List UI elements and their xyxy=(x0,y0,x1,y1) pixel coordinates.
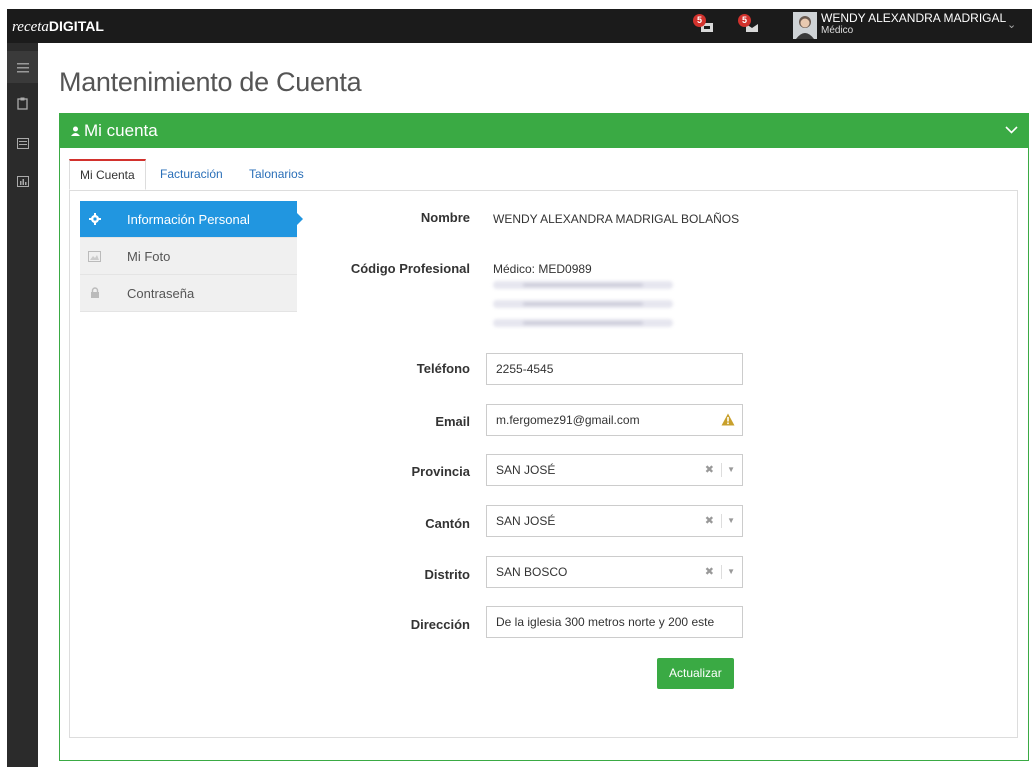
select-separator xyxy=(721,463,722,477)
warning-icon xyxy=(721,413,735,426)
provincia-selected-value: SAN JOSÉ xyxy=(496,463,556,477)
profile-side-menu: Información Personal Mi Foto Contraseña xyxy=(80,201,303,312)
direccion-input[interactable]: De la iglesia 300 metros norte y 200 est… xyxy=(486,606,743,638)
clear-icon[interactable]: ✖ xyxy=(705,557,714,587)
image-icon xyxy=(80,238,109,274)
account-panel: Mi cuenta Mi Cuenta Facturación Talonari… xyxy=(59,113,1029,761)
provincia-select[interactable]: SAN JOSÉ ✖ ▼ xyxy=(486,454,743,486)
update-button[interactable]: Actualizar xyxy=(657,658,734,689)
email-label: Email xyxy=(435,414,470,429)
provincia-label: Provincia xyxy=(411,464,470,479)
telefono-input[interactable]: 2255-4545 xyxy=(486,353,743,385)
notifications-button[interactable]: 5 xyxy=(693,14,715,35)
menu-item-mi-foto[interactable]: Mi Foto xyxy=(80,238,297,275)
email-input[interactable]: m.fergomez91@gmail.com xyxy=(486,404,743,436)
sidebar-item-prescriptions[interactable] xyxy=(7,87,38,119)
nombre-label: Nombre xyxy=(420,210,470,225)
tab-mi-cuenta[interactable]: Mi Cuenta xyxy=(69,159,146,190)
panel-header[interactable]: Mi cuenta xyxy=(60,114,1028,148)
clear-icon[interactable]: ✖ xyxy=(705,506,714,536)
distrito-selected-value: SAN BOSCO xyxy=(496,565,568,579)
top-navbar: recetaDIGITAL 5 5 WENDY ALEXANDRA MADRIG… xyxy=(7,9,1032,43)
panel-title: Mi cuenta xyxy=(84,121,158,140)
tab-facturacion[interactable]: Facturación xyxy=(150,159,233,190)
distrito-label: Distrito xyxy=(424,567,471,582)
chart-icon xyxy=(16,175,29,187)
tab-talonarios[interactable]: Talonarios xyxy=(239,159,314,190)
clipboard-icon xyxy=(17,97,28,110)
chevron-down-icon[interactable]: ⌄ xyxy=(1007,18,1016,31)
menu-item-label: Mi Foto xyxy=(127,249,171,264)
messages-button[interactable]: 5 xyxy=(738,14,760,35)
messages-badge: 5 xyxy=(738,14,751,27)
canton-selected-value: SAN JOSÉ xyxy=(496,514,556,528)
user-icon xyxy=(71,126,80,136)
select-separator xyxy=(721,514,722,528)
app-logo[interactable]: recetaDIGITAL xyxy=(12,18,104,36)
notifications-badge: 5 xyxy=(693,14,706,27)
email-input-value: m.fergomez91@gmail.com xyxy=(496,413,640,427)
sidebar-item-list[interactable] xyxy=(7,127,38,159)
blurred-code-line xyxy=(493,319,673,327)
user-name[interactable]: WENDY ALEXANDRA MADRIGAL xyxy=(821,12,1006,25)
user-role: Médico xyxy=(821,25,854,36)
canton-label: Cantón xyxy=(425,516,470,531)
telefono-label: Teléfono xyxy=(416,361,470,376)
collapse-chevron-icon[interactable] xyxy=(1005,121,1018,138)
blurred-code-line xyxy=(493,300,673,308)
left-sidebar xyxy=(7,43,38,767)
menu-item-informacion-personal[interactable]: Información Personal xyxy=(80,201,303,238)
codigo-profesional-label: Código Profesional xyxy=(350,261,470,276)
menu-item-label: Contraseña xyxy=(127,286,195,301)
lock-icon xyxy=(80,275,109,311)
nombre-value: WENDY ALEXANDRA MADRIGAL BOLAÑOS xyxy=(493,212,740,226)
brand-italic: receta xyxy=(12,19,49,35)
menu-item-contrasena[interactable]: Contraseña xyxy=(80,275,297,312)
list-icon xyxy=(16,137,29,149)
user-photo xyxy=(793,12,817,39)
chevron-down-icon[interactable]: ▼ xyxy=(727,506,735,536)
brand-bold: DIGITAL xyxy=(48,18,104,34)
avatar[interactable] xyxy=(793,12,817,39)
blurred-code-line xyxy=(493,281,673,289)
direccion-label: Dirección xyxy=(410,617,470,632)
sidebar-item-reports[interactable] xyxy=(7,165,38,197)
menu-item-label: Información Personal xyxy=(127,212,250,227)
page-title: Mantenimiento de Cuenta xyxy=(59,67,362,97)
chevron-down-icon[interactable]: ▼ xyxy=(727,455,735,485)
tab-content: Información Personal Mi Foto Contraseña … xyxy=(69,190,1018,738)
codigo-profesional-value: Médico: MED0989 xyxy=(493,262,592,276)
menu-icon xyxy=(16,62,29,72)
chevron-down-icon xyxy=(1005,126,1018,134)
panel-title-wrap: Mi cuenta xyxy=(71,121,158,141)
clear-icon[interactable]: ✖ xyxy=(705,455,714,485)
sidebar-item-menu[interactable] xyxy=(7,51,38,83)
select-separator xyxy=(721,565,722,579)
canton-select[interactable]: SAN JOSÉ ✖ ▼ xyxy=(486,505,743,537)
distrito-select[interactable]: SAN BOSCO ✖ ▼ xyxy=(486,556,743,588)
chevron-down-icon[interactable]: ▼ xyxy=(727,557,735,587)
gear-icon xyxy=(80,201,109,237)
